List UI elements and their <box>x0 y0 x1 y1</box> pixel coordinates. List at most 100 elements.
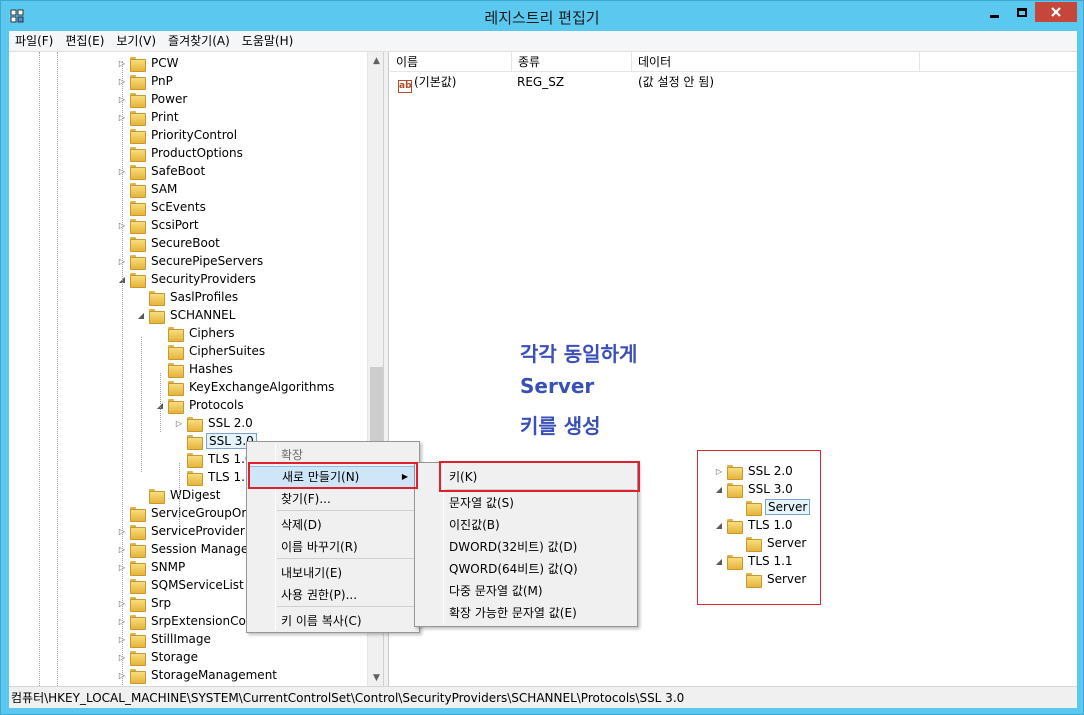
menu-item-find[interactable]: 찾기(F)... <box>249 488 417 510</box>
status-bar: 컴퓨터\HKEY_LOCAL_MACHINE\SYSTEM\CurrentCon… <box>9 686 1077 708</box>
tree-item-tls-1-1[interactable]: TLS 1.1 <box>174 468 255 486</box>
tree-item-servicegrouporde[interactable]: ServiceGroupOrde <box>117 504 263 522</box>
tree-item-stillimage[interactable]: ▷ StillImage <box>117 630 213 648</box>
menu-item-label: 확장 <box>281 448 304 462</box>
tree-item-safeboot[interactable]: ▷ SafeBoot <box>117 162 207 180</box>
column-name[interactable]: 이름 <box>390 52 512 72</box>
folder-icon <box>130 200 146 216</box>
tree-item-label: StillImage <box>151 632 211 646</box>
expand-icon: ▷ <box>715 466 723 476</box>
menu-favorites[interactable]: 즐겨찾기(A) <box>162 31 236 52</box>
example-tree-item-label: SSL 2.0 <box>748 464 793 478</box>
menu-item-export[interactable]: 내보내기(E) <box>249 562 417 584</box>
folder-icon <box>187 470 203 486</box>
folder-icon <box>130 74 146 90</box>
folder-icon <box>130 632 146 648</box>
menu-help[interactable]: 도움말(H) <box>236 31 300 52</box>
tree-item-saslprofiles[interactable]: SaslProfiles <box>136 288 240 306</box>
folder-icon <box>149 488 165 504</box>
menu-view[interactable]: 보기(V) <box>110 31 162 52</box>
expand-icon[interactable]: ▷ <box>174 414 184 432</box>
tree-item-session-manager[interactable]: ▷ Session Manager <box>117 540 255 558</box>
menu-item-delete[interactable]: 삭제(D) <box>249 514 417 536</box>
tree-item-power[interactable]: ▷ Power <box>117 90 189 108</box>
submenu-item-string-value[interactable]: 문자열 값(S) <box>417 492 635 514</box>
tree-item-print[interactable]: ▷ Print <box>117 108 181 126</box>
tree-item-pcw[interactable]: ▷ PCW <box>117 54 180 72</box>
collapse-icon: ◢ <box>715 520 723 530</box>
column-type[interactable]: 종류 <box>512 52 632 72</box>
close-button[interactable] <box>1035 2 1077 22</box>
tree-item-ssl-2-0[interactable]: ▷ SSL 2.0 <box>174 414 255 432</box>
example-tree-item-server: Server <box>733 498 811 516</box>
menu-item-rename[interactable]: 이름 바꾸기(R) <box>249 536 417 558</box>
tree-item-label: Ciphers <box>189 326 235 340</box>
tree-item-storage[interactable]: ▷ Storage <box>117 648 200 666</box>
scroll-up-icon[interactable]: ▲ <box>368 52 383 69</box>
submenu-item-qword-value[interactable]: QWORD(64비트) 값(Q) <box>417 558 635 580</box>
list-item[interactable]: ab (기본값) REG_SZ (값 설정 안 됨) <box>390 72 1077 93</box>
submenu-item-expandable-string-value[interactable]: 확장 가능한 문자열 값(E) <box>417 602 635 624</box>
example-tree-item-tls-1-1: ◢ TLS 1.1 <box>714 552 795 570</box>
title-bar[interactable]: 레지스트리 편집기 <box>1 1 1083 31</box>
collapse-icon[interactable]: ◢ <box>136 306 146 324</box>
tree-item-serviceprovider[interactable]: ▷ ServiceProvider <box>117 522 247 540</box>
tree-item-scsiport[interactable]: ▷ ScsiPort <box>117 216 201 234</box>
tree-item-protocols[interactable]: ◢ Protocols <box>155 396 246 414</box>
folder-icon <box>130 272 146 288</box>
tree-item-srp[interactable]: ▷ Srp <box>117 594 173 612</box>
tree-item-pnp[interactable]: ▷ PnP <box>117 72 175 90</box>
tree-item-keyexchangealgorithms[interactable]: KeyExchangeAlgorithms <box>155 378 336 396</box>
tree-item-securepipeservers[interactable]: ▷ SecurePipeServers <box>117 252 265 270</box>
tree-item-label: PCW <box>151 56 179 70</box>
menu-item-permissions[interactable]: 사용 권한(P)... <box>249 584 417 606</box>
maximize-button[interactable] <box>1008 2 1035 22</box>
tree-item-ciphersuites[interactable]: CipherSuites <box>155 342 267 360</box>
tree-item-sam[interactable]: SAM <box>117 180 179 198</box>
example-tree-box: ▷ SSL 2.0 ◢ SSL 3.0 Server ◢ TLS 1.0 Server ◢ TLS… <box>697 450 821 605</box>
tree-item-hashes[interactable]: Hashes <box>155 360 235 378</box>
tree-item-schannel[interactable]: ◢ SCHANNEL <box>136 306 237 324</box>
folder-icon <box>130 650 146 666</box>
tree-item-securityproviders[interactable]: ◢ SecurityProviders <box>117 270 258 288</box>
tree-item-srpextensionconfi[interactable]: ▷ SrpExtensionConfi <box>117 612 263 630</box>
tree-item-scevents[interactable]: ScEvents <box>117 198 208 216</box>
column-data[interactable]: 데이터 <box>632 52 920 72</box>
submenu-item-dword-value[interactable]: DWORD(32비트) 값(D) <box>417 536 635 558</box>
value-type: REG_SZ <box>517 75 565 89</box>
tree-item-label: SaslProfiles <box>170 290 239 304</box>
tree-item-productoptions[interactable]: ProductOptions <box>117 144 245 162</box>
folder-icon <box>168 344 184 360</box>
folder-icon <box>746 572 762 588</box>
tree-item-secureboot[interactable]: SecureBoot <box>117 234 222 252</box>
minimize-button[interactable] <box>981 2 1008 22</box>
tree-item-label: SecurePipeServers <box>151 254 264 268</box>
folder-icon <box>130 578 146 594</box>
menu-edit[interactable]: 편집(E) <box>59 31 110 52</box>
tree-guide-line <box>39 52 40 686</box>
example-tree-item-ssl-3-0: ◢ SSL 3.0 <box>714 480 795 498</box>
folder-icon <box>168 380 184 396</box>
tree-item-ciphers[interactable]: Ciphers <box>155 324 237 342</box>
list-header: 이름 종류 데이터 <box>390 52 1077 72</box>
scroll-down-icon[interactable]: ▼ <box>368 669 383 686</box>
folder-icon <box>168 362 184 378</box>
tree-item-ssl-3-0[interactable]: SSL 3.0 <box>174 432 257 450</box>
tree-item-storagemanagement[interactable]: ▷ StorageManagement <box>117 666 279 684</box>
submenu-item-binary-value[interactable]: 이진값(B) <box>417 514 635 536</box>
tree-item-sqmservicelist[interactable]: SQMServiceList <box>117 576 246 594</box>
folder-icon <box>130 110 146 126</box>
menu-item-copy-key-name[interactable]: 키 이름 복사(C) <box>249 610 417 632</box>
window-title: 레지스트리 편집기 <box>484 9 600 27</box>
menu-file[interactable]: 파일(F) <box>9 31 59 52</box>
highlight-key-box <box>439 461 640 492</box>
tree-item-tls-1-0[interactable]: TLS 1.0 <box>174 450 255 468</box>
menu-item-label: 사용 권한(P)... <box>281 588 358 602</box>
tree-item-label: SCHANNEL <box>170 308 236 322</box>
tree-item-snmp[interactable]: ▷ SNMP <box>117 558 187 576</box>
tree-item-prioritycontrol[interactable]: PriorityControl <box>117 126 239 144</box>
submenu-item-multi-string-value[interactable]: 다중 문자열 값(M) <box>417 580 635 602</box>
